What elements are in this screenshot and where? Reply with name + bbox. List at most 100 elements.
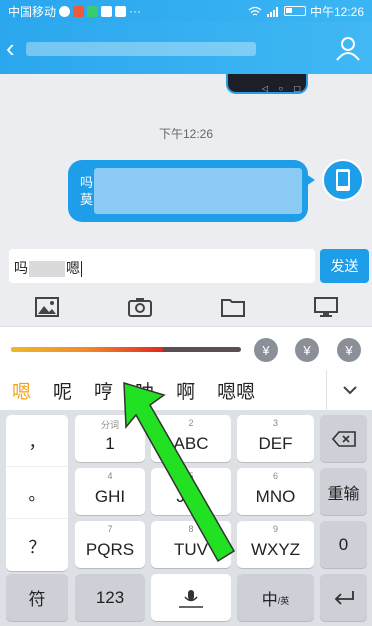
chat-area: ◁ ○ ▢ 下午12:26 吗 莫 bbox=[0, 74, 372, 244]
yuan-coin-icon[interactable]: ¥ bbox=[337, 338, 361, 362]
key-9[interactable]: 9 WXYZ bbox=[237, 521, 314, 568]
candidate-word[interactable]: 嗯 bbox=[12, 377, 31, 404]
key-main-label: WXYZ bbox=[250, 540, 301, 559]
key-main-label: ABC bbox=[173, 434, 209, 453]
key-sub-label: 3 bbox=[272, 418, 278, 428]
chat-header: ‹ bbox=[0, 22, 372, 74]
camera-icon bbox=[127, 298, 152, 317]
key-sub-label: 8 bbox=[188, 524, 194, 534]
zero-key[interactable]: 0 bbox=[320, 521, 367, 568]
phone-icon bbox=[336, 169, 350, 191]
bubble-tail bbox=[306, 174, 315, 186]
key-sub-label: 4 bbox=[107, 471, 113, 481]
candidate-word[interactable]: 啊 bbox=[176, 377, 195, 404]
symbol-key[interactable]: 符 bbox=[6, 574, 68, 621]
key-7[interactable]: 7 PQRS bbox=[75, 521, 145, 568]
camera-button[interactable] bbox=[93, 288, 186, 326]
image-icon bbox=[101, 5, 113, 17]
ime-top-strip: ¥ ¥ ¥ bbox=[0, 326, 372, 370]
chevron-left-icon: ‹ bbox=[6, 33, 15, 63]
status-time: 中午12:26 bbox=[309, 4, 364, 19]
key-sub-label: 5 bbox=[188, 471, 194, 481]
enter-icon bbox=[334, 590, 354, 605]
screen-share-button[interactable] bbox=[279, 288, 372, 326]
status-bar: 中国移动 ··· 中午12:26 bbox=[0, 0, 372, 22]
qq-icon bbox=[115, 5, 127, 17]
key-6[interactable]: 6 MNO bbox=[237, 468, 314, 515]
battery-icon bbox=[283, 6, 306, 16]
key-main-label: DEF bbox=[258, 434, 293, 453]
yuan-coin-icon[interactable]: ¥ bbox=[295, 338, 319, 362]
attachment-toolbar bbox=[0, 288, 372, 326]
image-icon bbox=[34, 297, 59, 317]
candidate-word[interactable]: 嗯嗯 bbox=[217, 377, 255, 404]
input-row: 吗嗯 发送 bbox=[0, 244, 372, 288]
space-key[interactable] bbox=[151, 574, 231, 621]
keyboard: ， 。 ？ 分词 1 2 ABC 3 DEF 4 GHI 5 JKL 6 MNO 重输 7 P… bbox=[0, 410, 372, 626]
key-5[interactable]: 5 JKL bbox=[151, 468, 231, 515]
key-main-label: 1 bbox=[105, 434, 115, 453]
message-input[interactable]: 吗嗯 bbox=[9, 249, 315, 283]
expand-candidates-button[interactable] bbox=[326, 370, 372, 410]
key-main-label: JKL bbox=[176, 487, 206, 506]
nav-dots: ◁ ○ ▢ bbox=[262, 84, 305, 93]
candidate-word[interactable]: 呢 bbox=[53, 377, 72, 404]
reenter-key[interactable]: 重输 bbox=[320, 468, 367, 515]
key-sub-label: 2 bbox=[188, 418, 194, 428]
folder-button[interactable] bbox=[186, 288, 279, 326]
input-suffix: 嗯 bbox=[66, 260, 80, 276]
punctuation-column: ， 。 ？ bbox=[6, 415, 68, 571]
monitor-icon bbox=[313, 297, 338, 317]
yuan-coin-icon[interactable]: ¥ bbox=[254, 338, 278, 362]
punctuation-key[interactable]: 。 bbox=[6, 467, 68, 519]
signal-icon bbox=[266, 6, 278, 17]
profile-button[interactable] bbox=[334, 34, 362, 62]
language-switch-key[interactable]: 中/英 bbox=[237, 574, 314, 621]
avatar[interactable] bbox=[322, 159, 364, 201]
key-sub-label: 7 bbox=[107, 524, 113, 534]
microphone-icon bbox=[179, 589, 203, 608]
input-prefix: 吗 bbox=[14, 260, 28, 276]
key-3[interactable]: 3 DEF bbox=[237, 415, 314, 462]
video-icon bbox=[87, 5, 99, 17]
send-button[interactable]: 发送 bbox=[320, 249, 369, 283]
key-8[interactable]: 8 TUV bbox=[151, 521, 231, 568]
punctuation-key[interactable]: ？ bbox=[6, 519, 68, 571]
key-main-label: MNO bbox=[255, 487, 296, 506]
chevron-down-icon bbox=[342, 385, 357, 394]
key-main-label: GHI bbox=[94, 487, 126, 506]
message-bubble[interactable]: 吗 莫 bbox=[68, 160, 315, 222]
key-sub-label: 分词 bbox=[100, 420, 119, 430]
key-main-label: PQRS bbox=[85, 540, 135, 559]
redacted-title bbox=[26, 42, 256, 56]
person-icon bbox=[336, 37, 360, 61]
folder-icon bbox=[220, 299, 245, 317]
chat-icon bbox=[59, 5, 71, 17]
progress-bar bbox=[11, 347, 241, 352]
progress-fill bbox=[11, 347, 163, 352]
redacted-input bbox=[29, 261, 65, 278]
app-icon bbox=[73, 5, 85, 17]
carrier-label: 中国移动 bbox=[8, 4, 57, 19]
candidate-word[interactable]: 哼 bbox=[94, 377, 113, 404]
lang-sub-label: /英 bbox=[277, 596, 290, 606]
redacted-message bbox=[94, 168, 302, 214]
message-timestamp: 下午12:26 bbox=[158, 127, 214, 141]
key-sub-label: 6 bbox=[272, 471, 278, 481]
key-2[interactable]: 2 ABC bbox=[151, 415, 231, 462]
backspace-key[interactable] bbox=[320, 415, 367, 462]
key-1[interactable]: 分词 1 bbox=[75, 415, 145, 462]
enter-key[interactable] bbox=[320, 574, 367, 621]
text-caret bbox=[81, 261, 82, 278]
candidate-bar: 嗯 呢 哼 呐 啊 嗯嗯 bbox=[0, 370, 372, 410]
key-sub-label: 9 bbox=[272, 524, 278, 534]
number-key[interactable]: 123 bbox=[75, 574, 145, 621]
backspace-icon bbox=[331, 430, 356, 447]
punctuation-key[interactable]: ， bbox=[6, 415, 68, 467]
candidate-word[interactable]: 呐 bbox=[135, 377, 154, 404]
key-4[interactable]: 4 GHI bbox=[75, 468, 145, 515]
key-main-label: TUV bbox=[174, 540, 208, 559]
wifi-icon bbox=[248, 6, 262, 16]
more-icon: ··· bbox=[129, 4, 142, 18]
image-button[interactable] bbox=[0, 288, 93, 326]
